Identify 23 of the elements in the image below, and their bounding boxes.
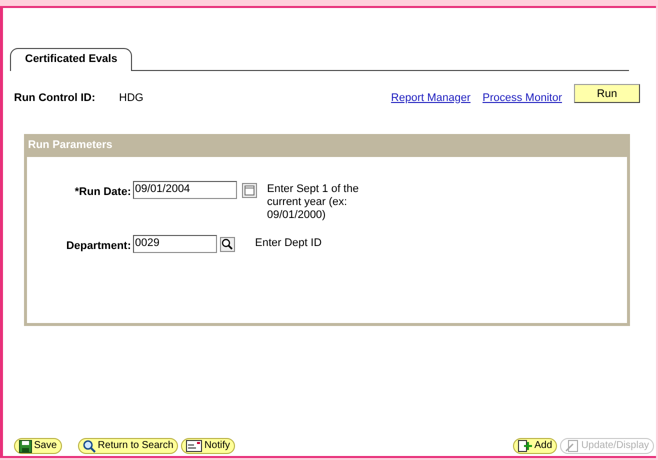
field-hint: Enter Dept ID — [255, 236, 323, 250]
toolbar-button[interactable]: Save — [14, 438, 62, 454]
toolbar-button[interactable]: Return to Search — [78, 438, 178, 454]
search-icon — [82, 440, 96, 452]
field-label: *Run Date: — [74, 184, 132, 200]
date-field[interactable]: 09/01/2004 — [133, 180, 237, 198]
calendar-icon[interactable] — [242, 182, 256, 198]
toolbar-button[interactable]: Notify — [181, 438, 235, 454]
run-button[interactable]: Run — [574, 84, 640, 104]
tab[interactable]: Certificated Evals — [10, 48, 132, 70]
link[interactable]: Process Monitor — [482, 90, 562, 106]
run-control-label: Run Control ID: — [14, 90, 96, 106]
link[interactable]: Report Manager — [391, 90, 471, 106]
department-field[interactable]: 0029 — [133, 234, 217, 252]
run-control-value: HDG — [119, 90, 144, 106]
panel-title: Run Parameters — [27, 137, 627, 156]
field-label: Department: — [65, 238, 132, 254]
add-page-icon — [518, 440, 532, 452]
field-hint: Enter Sept 1 of the current year (ex: 09/01/2000) — [267, 182, 360, 222]
edit-page-icon — [565, 440, 580, 452]
message-icon — [186, 440, 202, 452]
toolbar-button[interactable]: Add — [513, 438, 558, 454]
search-icon[interactable] — [220, 236, 234, 252]
